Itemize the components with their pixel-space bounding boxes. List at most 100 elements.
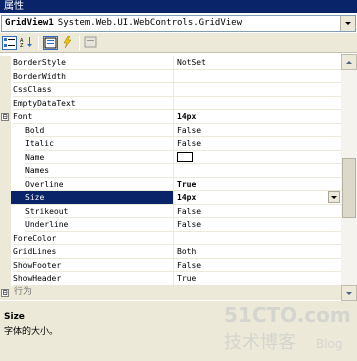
object-selector[interactable]: GridView1 System.Web.UI.WebControls.GridV… [1,15,356,32]
property-value[interactable]: True [173,272,341,286]
property-row-font[interactable]: ⊟ Font 14px [0,110,341,124]
property-name: ShowFooter [13,259,173,272]
description-title: Size [4,312,25,322]
property-name: Font [13,110,173,124]
property-value[interactable] [173,83,341,97]
property-value[interactable]: True [173,177,341,191]
scroll-down-button[interactable] [341,285,357,301]
events-button[interactable] [61,36,76,50]
row-gutter [0,258,11,272]
window-title: 属性 [0,0,357,13]
row-gutter [0,137,11,151]
vertical-scrollbar[interactable] [341,54,357,301]
row-gutter [0,177,11,191]
property-row[interactable]: CssClass [0,83,341,97]
svg-text:Z: Z [20,43,24,48]
chevron-down-icon [345,22,351,25]
row-gutter [0,191,11,205]
categorized-icon [4,38,15,47]
collapse-icon[interactable]: ⊟ [1,113,9,121]
object-name: GridView1 [5,18,54,28]
scroll-up-button[interactable] [341,54,357,70]
description-panel: Size 字体的大小。 [0,309,357,361]
row-gutter [0,204,11,218]
property-value[interactable]: False [173,137,341,151]
property-name: GridLines [13,245,173,259]
category-row-behavior[interactable]: ⊟ 行为 [0,286,341,300]
arrow-up-icon [346,60,352,64]
property-row[interactable]: Italic False [0,137,341,151]
properties-toolbar: A Z [0,33,357,53]
scroll-thumb[interactable] [342,158,356,218]
row-gutter [0,218,11,232]
description-splitter[interactable] [0,301,357,309]
alphabetical-icon: A Z [20,37,32,48]
property-row[interactable]: GridLines Both [0,245,341,259]
property-value[interactable] [173,231,341,245]
property-name: CssClass [13,83,173,97]
property-row[interactable]: Bold False [0,123,341,137]
toolbar-separator [79,36,80,50]
row-gutter [0,96,11,110]
property-row[interactable]: ShowFooter False [0,258,341,272]
property-value[interactable]: 14px [173,110,341,124]
property-pages-icon [84,36,97,48]
property-value[interactable]: False [173,204,341,218]
property-name: Bold [25,124,173,137]
property-pages-button[interactable] [84,36,99,50]
property-value[interactable]: False [173,218,341,232]
property-value[interactable]: Both [173,245,341,259]
property-name: Italic [25,137,173,151]
property-name: EmptyDataText [13,97,173,110]
properties-button[interactable] [43,36,58,50]
row-gutter [0,123,11,137]
row-gutter [0,245,11,259]
property-row[interactable]: Strikeout False [0,204,341,218]
property-grid: BorderStyle NotSet BorderWidth CssClass … [0,54,341,301]
property-row[interactable]: Underline False [0,218,341,232]
object-selector-label: GridView1 System.Web.UI.WebControls.GridV… [5,18,242,28]
object-selector-dropdown-button[interactable] [340,16,355,31]
property-value[interactable] [173,69,341,83]
property-name: BorderWidth [13,70,173,83]
properties-icon [44,37,57,49]
property-row-selected[interactable]: Size 14px [0,191,341,205]
property-row[interactable]: BorderWidth [0,69,341,83]
chevron-down-icon [331,195,337,199]
category-label: 行为 [14,287,33,297]
color-swatch [177,152,193,162]
property-name: BorderStyle [13,56,173,70]
value-dropdown-button[interactable] [328,191,340,203]
property-value[interactable]: NotSet [173,56,341,70]
alphabetical-button[interactable]: A Z [20,36,35,50]
events-icon [63,36,72,48]
property-row[interactable]: Name [0,150,341,164]
property-value[interactable]: 14px [173,191,341,205]
row-gutter [0,231,11,245]
property-value[interactable]: False [173,123,341,137]
row-gutter [0,56,11,70]
property-row[interactable]: ForeColor [0,231,341,245]
arrow-down-icon [346,291,352,295]
property-row[interactable]: ShowHeader True [0,272,341,286]
property-row[interactable]: BorderStyle NotSet [0,56,341,70]
property-name: Names [25,164,173,178]
object-type: System.Web.UI.WebControls.GridView [57,18,243,28]
property-name: ShowHeader [13,272,173,286]
property-name: Size [11,191,173,205]
categorized-button[interactable] [2,36,17,50]
property-row[interactable]: Overline True [0,177,341,191]
row-gutter [0,150,11,164]
property-value-name[interactable] [173,150,341,164]
property-name: Strikeout [25,205,173,218]
collapse-icon[interactable]: ⊟ [1,289,9,297]
row-gutter [0,69,11,83]
property-value[interactable] [173,96,341,110]
property-value[interactable]: False [173,258,341,272]
property-value[interactable] [173,164,341,178]
property-row[interactable]: EmptyDataText [0,96,341,110]
property-row[interactable]: Names [0,164,341,178]
description-text: 字体的大小。 [4,327,59,337]
row-gutter [0,164,11,178]
toolbar-separator [38,36,39,50]
